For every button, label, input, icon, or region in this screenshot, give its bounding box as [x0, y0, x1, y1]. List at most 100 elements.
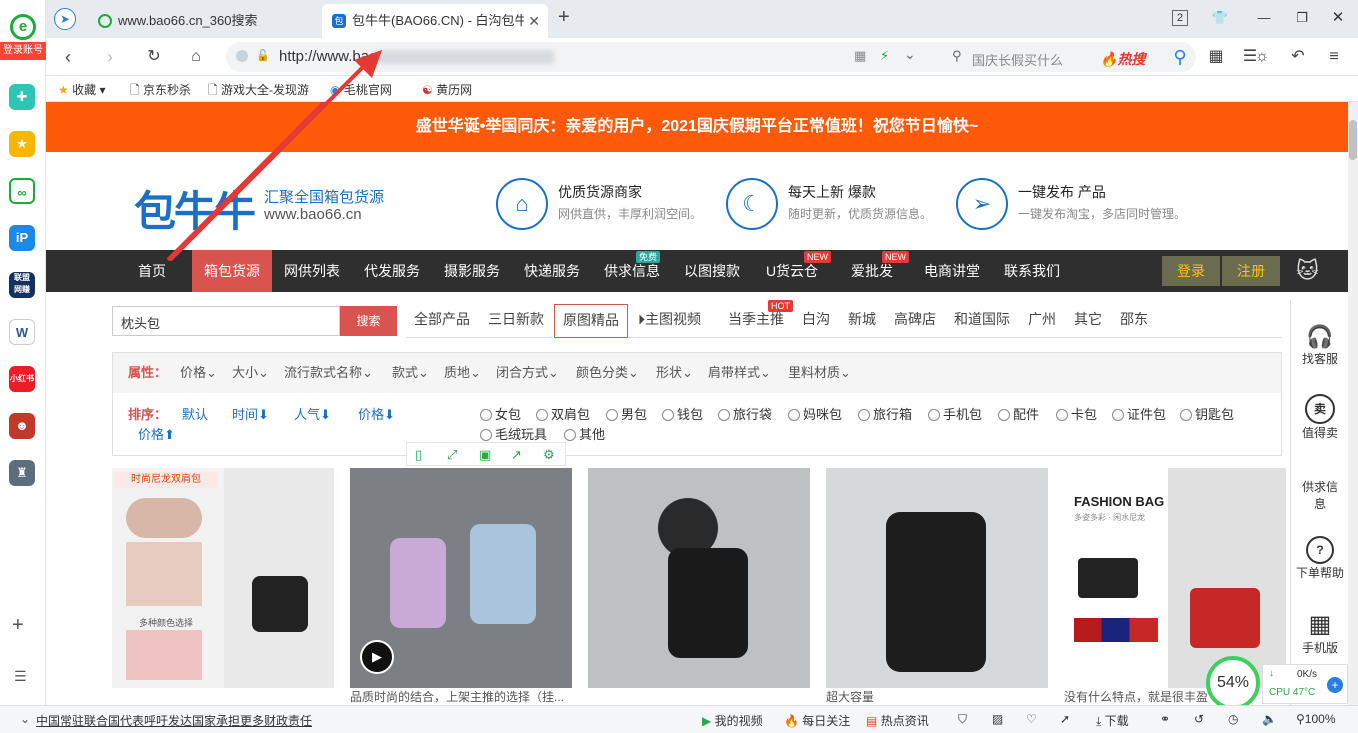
attr-material[interactable]: 质地⌄	[444, 362, 481, 381]
filter-original-pic[interactable]: 原图精品	[554, 304, 628, 338]
navigation-compass-icon[interactable]: ➤	[54, 8, 76, 30]
undo-close-icon[interactable]: ↶	[1286, 45, 1310, 69]
rail-game2-icon[interactable]: ♜	[9, 460, 35, 486]
speed-mode-icon[interactable]: ⚡	[880, 48, 889, 64]
attr-price[interactable]: 价格⌄	[180, 362, 217, 381]
tab-360-search[interactable]: www.bao66.cn_360搜索	[88, 4, 316, 38]
customer-service-button[interactable]: 🎧 找客服	[1291, 324, 1349, 367]
volume-icon[interactable]: 🔈	[1262, 712, 1277, 726]
cat-women-bag[interactable]: 女包	[480, 404, 521, 423]
nav-express[interactable]: 快递服务	[514, 250, 590, 292]
qr-code-icon[interactable]: ▦	[854, 48, 866, 64]
rail-game-icon[interactable]: ☻	[9, 413, 35, 439]
shirt-skin-icon[interactable]: 👕	[1208, 6, 1232, 30]
filter-shaodong[interactable]: 邵东	[1120, 304, 1148, 336]
more-menu-icon[interactable]: ≡	[1322, 45, 1346, 69]
search-button[interactable]: 搜索	[340, 306, 397, 336]
tab-bao66[interactable]: 包 包牛牛(BAO66.CN) - 白沟包牛 ✕	[322, 4, 548, 38]
filter-main-video[interactable]: ⏵主图视频	[638, 304, 701, 336]
cpu-usage-gauge[interactable]: 54%	[1206, 656, 1260, 710]
apps-grid-icon[interactable]: ▦	[1204, 45, 1228, 69]
back-icon[interactable]: ‹	[56, 45, 80, 69]
cat-mommy-bag[interactable]: 妈咪包	[788, 404, 842, 423]
attr-size[interactable]: 大小⌄	[232, 362, 269, 381]
new-tab-icon[interactable]: +	[558, 6, 570, 29]
chevron-down-icon[interactable]: ⌄	[904, 46, 916, 63]
supply-info-button[interactable]: 供求信息	[1302, 478, 1338, 512]
add-icon[interactable]: +	[1327, 677, 1343, 693]
rail-star-icon[interactable]: ★	[9, 131, 35, 157]
page-scrollbar[interactable]	[1348, 102, 1358, 705]
rail-doc-icon[interactable]: W	[9, 319, 35, 345]
attr-shape[interactable]: 形状⌄	[656, 362, 693, 381]
cat-men-bag[interactable]: 男包	[606, 404, 647, 423]
attr-strap[interactable]: 肩带样式⌄	[708, 362, 771, 381]
rocket-icon[interactable]: ➚	[1060, 712, 1070, 726]
product-card[interactable]: FASHION BAG 多姿多彩 · 闲水尼龙	[1064, 468, 1286, 688]
hot-search-label[interactable]: 🔥热搜	[1100, 49, 1145, 69]
rail-lianmeng-icon[interactable]: 联盟 网赚	[9, 272, 35, 298]
chevron-down-icon[interactable]: ⌄	[20, 712, 30, 726]
rail-add-icon[interactable]: +	[12, 614, 24, 637]
maximize-icon[interactable]: ❐	[1290, 6, 1314, 30]
tab-count-badge[interactable]: 2	[1172, 10, 1188, 26]
cat-other[interactable]: 其他	[564, 424, 605, 443]
nav-contact[interactable]: 联系我们	[994, 250, 1070, 292]
image-icon[interactable]: ▨	[992, 712, 1003, 726]
save-icon[interactable]: ▣	[479, 447, 491, 463]
product-card[interactable]	[588, 468, 810, 688]
mobile-version-button[interactable]: ▦ 手机版	[1291, 610, 1349, 656]
search-box[interactable]: ⚲ 国庆长假买什么 🔥热搜	[942, 42, 1196, 72]
product-card[interactable]: ▶	[350, 468, 572, 688]
close-tab-icon[interactable]: ✕	[524, 4, 540, 38]
zoom-control[interactable]: ⚲100%	[1296, 712, 1336, 726]
brightness-icon[interactable]: ☼	[1250, 45, 1274, 69]
expand-icon[interactable]: ⤢	[447, 447, 457, 463]
share-icon[interactable]: ↗	[511, 447, 522, 463]
cat-travel-bag[interactable]: 旅行袋	[718, 404, 772, 423]
play-video-icon[interactable]: ▶	[360, 640, 394, 674]
cat-backpack[interactable]: 双肩包	[536, 404, 590, 423]
close-window-icon[interactable]: ✕	[1326, 6, 1350, 30]
cat-phone-bag[interactable]: 手机包	[928, 404, 982, 423]
search-input[interactable]: 枕头包	[112, 306, 340, 336]
attr-lining[interactable]: 里料材质⌄	[788, 362, 851, 381]
hot-news-button[interactable]: ▤ 热点资讯	[866, 712, 929, 729]
cat-plush-toy[interactable]: 毛绒玩具	[480, 424, 547, 443]
bookmark-favorites[interactable]: ★ 收藏 ▾	[58, 81, 105, 98]
filter-other[interactable]: 其它	[1074, 304, 1102, 336]
cat-accessory[interactable]: 配件	[998, 404, 1039, 423]
filter-gaobeidian[interactable]: 高碑店	[894, 304, 936, 336]
forward-icon[interactable]: ›	[98, 45, 122, 69]
cat-wallet[interactable]: 钱包	[662, 404, 703, 423]
rail-menu-icon[interactable]: ☰	[14, 668, 27, 685]
filter-3day-new[interactable]: 三日新款	[488, 304, 544, 336]
filter-all[interactable]: 全部产品	[414, 304, 470, 336]
shield-icon[interactable]: ⛉	[958, 712, 967, 727]
cat-suitcase[interactable]: 旅行箱	[858, 404, 912, 423]
filter-hedao[interactable]: 和道国际	[954, 304, 1010, 336]
news-ticker[interactable]: 中国常驻联合国代表呼吁发达国家承担更多财政责任	[36, 712, 312, 729]
order-help-button[interactable]: ? 下单帮助	[1291, 536, 1349, 581]
filter-guangzhou[interactable]: 广州	[1028, 304, 1056, 336]
attr-color[interactable]: 颜色分类⌄	[576, 362, 639, 381]
link-icon[interactable]: ⚭	[1160, 712, 1170, 726]
login-account-button[interactable]: 登录账号	[0, 42, 46, 60]
login-button[interactable]: 登录	[1162, 256, 1220, 286]
rail-ip-icon[interactable]: iP	[9, 225, 35, 251]
browser-logo-icon[interactable]: e	[10, 14, 36, 40]
filter-baigou[interactable]: 白沟	[802, 304, 830, 336]
attr-closure[interactable]: 闭合方式⌄	[496, 362, 559, 381]
sort-price-desc[interactable]: 价格⬇	[358, 404, 395, 423]
scrollbar-thumb[interactable]	[1349, 120, 1357, 160]
search-placeholder[interactable]: 国庆长假买什么	[972, 50, 1063, 69]
minimize-icon[interactable]: —	[1252, 6, 1276, 30]
bookmark-huangli[interactable]: ☯ 黄历网	[422, 81, 472, 98]
heartbeat-icon[interactable]: ♡	[1026, 712, 1037, 726]
clock-icon[interactable]: ◷	[1228, 712, 1238, 726]
product-caption[interactable]: 品质时尚的结合，上架主推的选择（挂...	[350, 688, 572, 705]
attr-style[interactable]: 款式⌄	[392, 362, 429, 381]
rail-app-plus-icon[interactable]: ✚	[9, 84, 35, 110]
register-button[interactable]: 注册	[1222, 256, 1280, 286]
sort-popularity[interactable]: 人气⬇	[294, 404, 331, 423]
